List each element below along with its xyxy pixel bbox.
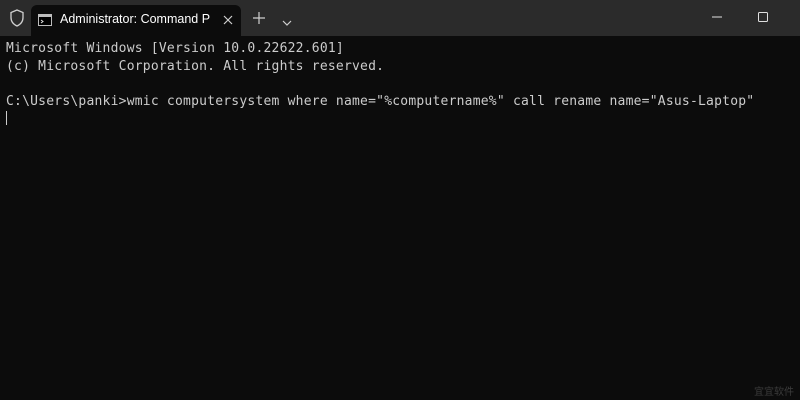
console-line: (c) Microsoft Corporation. All rights re… xyxy=(6,59,385,74)
new-tab-button[interactable] xyxy=(252,11,266,25)
title-bar: Administrator: Command Pro xyxy=(0,0,800,36)
minimize-icon xyxy=(712,16,722,18)
minimize-button[interactable] xyxy=(694,0,740,34)
close-window-button[interactable] xyxy=(786,0,800,34)
watermark: 宜宜软件 xyxy=(754,387,794,398)
console-line: Microsoft Windows [Version 10.0.22622.60… xyxy=(6,41,344,56)
terminal-icon xyxy=(38,13,52,26)
command-line: C:\Users\panki>wmic computersystem where… xyxy=(6,94,755,109)
plus-icon xyxy=(253,12,265,24)
console-output[interactable]: Microsoft Windows [Version 10.0.22622.60… xyxy=(0,36,800,400)
text-cursor xyxy=(6,111,7,125)
tab-command-prompt[interactable]: Administrator: Command Pro xyxy=(31,5,241,36)
terminal-window: Administrator: Command Pro Microsoft Win… xyxy=(0,0,800,400)
maximize-icon xyxy=(758,12,768,22)
tab-dropdown-button[interactable] xyxy=(281,14,293,26)
shield-icon xyxy=(9,9,25,27)
close-icon[interactable] xyxy=(221,13,235,27)
tab-title: Administrator: Command Pro xyxy=(60,12,210,26)
maximize-button[interactable] xyxy=(740,0,786,34)
chevron-down-icon xyxy=(282,20,292,26)
